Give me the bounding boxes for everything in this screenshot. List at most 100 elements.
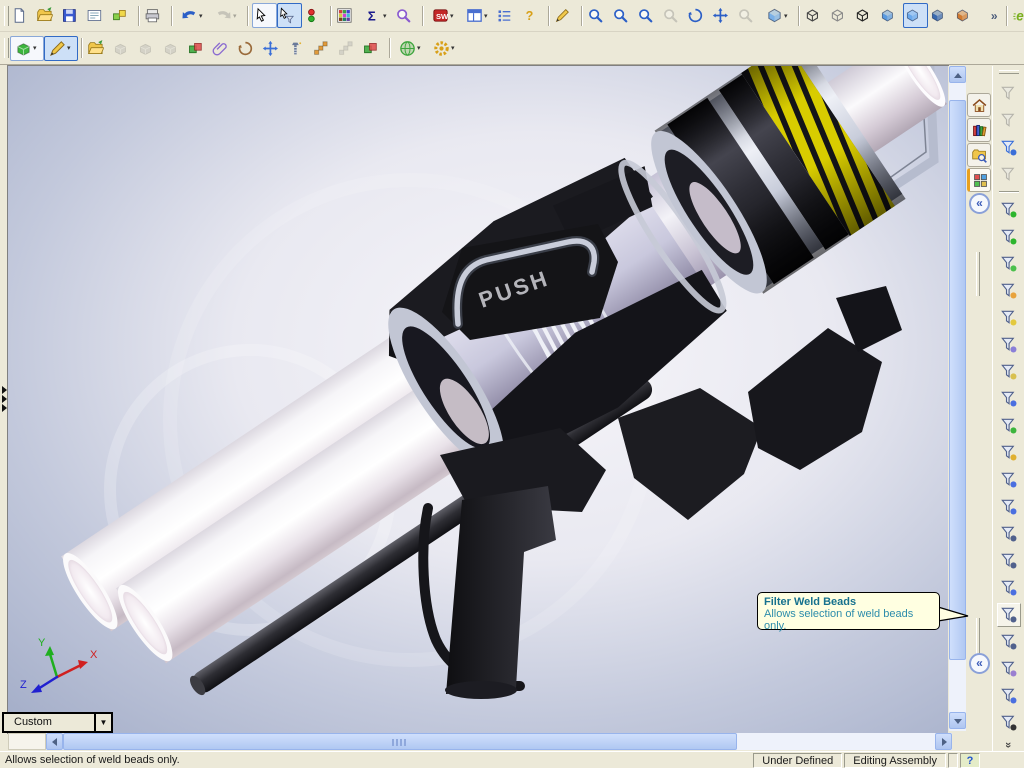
- horizontal-scrollbar[interactable]: [8, 733, 952, 750]
- view-orientation-button[interactable]: ▾: [761, 3, 795, 28]
- explode-line-sketch-button[interactable]: [336, 36, 361, 61]
- filter-toggle-button[interactable]: [997, 82, 1021, 106]
- redo-button[interactable]: ▾: [210, 3, 244, 28]
- zoom-in-out-button[interactable]: [636, 3, 661, 28]
- toolbar-overflow-button[interactable]: »: [978, 3, 1003, 28]
- insert-component-button[interactable]: ▾: [10, 35, 44, 61]
- scroll-left-button[interactable]: [46, 733, 63, 750]
- zoom-to-fit-button[interactable]: [586, 3, 611, 28]
- filter-solid-bodies-button[interactable]: [997, 306, 1021, 330]
- replace-components-button[interactable]: [186, 36, 211, 61]
- make-drawing-button[interactable]: [85, 3, 110, 28]
- zoom-to-selection-button[interactable]: [661, 3, 686, 28]
- hide-components-button[interactable]: [111, 36, 136, 61]
- hidden-lines-visible-button[interactable]: [828, 3, 853, 28]
- rotate-component-button[interactable]: [236, 36, 261, 61]
- filter-surface-finish-symbols-button[interactable]: [997, 522, 1021, 546]
- hidden-lines-removed-button[interactable]: [853, 3, 878, 28]
- stylus-select-button[interactable]: [553, 3, 578, 28]
- make-assembly-button[interactable]: [110, 3, 135, 28]
- filter-select-button[interactable]: [277, 3, 302, 28]
- new-button[interactable]: [10, 3, 35, 28]
- task-pane-tab-file-explorer[interactable]: [967, 168, 991, 192]
- horizontal-scroll-track[interactable]: [737, 733, 935, 750]
- options-list-button[interactable]: [495, 3, 520, 28]
- selection-colors-button[interactable]: [302, 3, 327, 28]
- task-pane-tab-home[interactable]: [967, 93, 991, 117]
- view-orientation-dropdown[interactable]: Custom ▼: [2, 712, 113, 733]
- select-button[interactable]: [252, 3, 277, 28]
- sketch-button[interactable]: ▾: [44, 35, 78, 61]
- status-message: Allows selection of weld beads only.: [5, 754, 180, 766]
- make-virtual-button[interactable]: [86, 36, 111, 61]
- filter-surface-bodies-button[interactable]: [997, 279, 1021, 303]
- more-buttons-chevron[interactable]: »: [1003, 742, 1015, 748]
- filter-sketch-points-button[interactable]: [997, 387, 1021, 411]
- filter-edges-button[interactable]: [997, 225, 1021, 249]
- filter-weld-symbols-button[interactable]: [997, 630, 1021, 654]
- vertical-scrollbar[interactable]: [949, 66, 966, 731]
- save-button[interactable]: [60, 3, 85, 28]
- filter-center-marks-button[interactable]: [997, 468, 1021, 492]
- graphics-viewport[interactable]: PUSH Y X Z: [7, 65, 949, 734]
- filter-cosmetic-threads-button[interactable]: [997, 657, 1021, 681]
- quick-tips-help-button[interactable]: ?: [960, 752, 980, 768]
- filter-planes-button[interactable]: [997, 360, 1021, 384]
- zoom-to-area-button[interactable]: [611, 3, 636, 28]
- filter-weld-beads-button[interactable]: [996, 602, 1021, 627]
- pan-button[interactable]: [711, 3, 736, 28]
- measure-button[interactable]: ▾: [360, 3, 394, 28]
- appearances-button[interactable]: ▾: [394, 36, 428, 61]
- solidworks-office-button[interactable]: ▾: [427, 3, 461, 28]
- filter-faces-button[interactable]: [997, 252, 1021, 276]
- panel-collapse-button[interactable]: «: [969, 653, 990, 674]
- mate-button[interactable]: [211, 36, 236, 61]
- scroll-up-button[interactable]: [949, 66, 966, 83]
- wireframe-button[interactable]: [803, 3, 828, 28]
- task-pane-tab-resources[interactable]: [967, 118, 991, 142]
- zoom-window-button[interactable]: [736, 3, 761, 28]
- help-button[interactable]: [520, 3, 545, 28]
- print-button[interactable]: [143, 3, 168, 28]
- featuremanager-splitter[interactable]: [2, 385, 7, 413]
- filter-datum-targets-button[interactable]: [997, 711, 1021, 735]
- section-view-button[interactable]: [953, 3, 978, 28]
- task-pane-collapse-button[interactable]: «: [969, 193, 990, 214]
- vertical-scroll-thumb[interactable]: [949, 100, 966, 660]
- task-pane-grip[interactable]: [976, 252, 980, 296]
- scroll-right-button[interactable]: [935, 733, 952, 750]
- mirror-components-button[interactable]: [161, 36, 186, 61]
- interference-detection-button[interactable]: [361, 36, 386, 61]
- open-button[interactable]: [35, 3, 60, 28]
- shaded-button[interactable]: [903, 3, 928, 28]
- filter-dimensions-button[interactable]: [997, 495, 1021, 519]
- clear-all-filters-button[interactable]: [997, 109, 1021, 133]
- smart-fasteners-button[interactable]: [286, 36, 311, 61]
- task-pane-tab-design-library[interactable]: [967, 143, 991, 167]
- check-model-button[interactable]: [394, 3, 419, 28]
- shadows-button[interactable]: [928, 3, 953, 28]
- edrawings-button[interactable]: [1011, 3, 1024, 28]
- view-pane-button[interactable]: ▾: [461, 3, 495, 28]
- move-component-button[interactable]: [261, 36, 286, 61]
- filter-blocks-button[interactable]: [997, 684, 1021, 708]
- filter-sketch-segments-button[interactable]: [997, 414, 1021, 438]
- color-swatches-button[interactable]: [335, 3, 360, 28]
- scroll-down-button[interactable]: [949, 712, 966, 729]
- exploded-view-button[interactable]: [311, 36, 336, 61]
- filter-midpoints-button[interactable]: [997, 441, 1021, 465]
- filter-notes-button[interactable]: [997, 576, 1021, 600]
- rotate-view-button[interactable]: [686, 3, 711, 28]
- invert-selection-button[interactable]: [997, 163, 1021, 187]
- shaded-with-edges-button[interactable]: [878, 3, 903, 28]
- select-all-filters-button[interactable]: [997, 136, 1021, 160]
- undo-button[interactable]: ▾: [176, 3, 210, 28]
- filter-vertices-button[interactable]: [997, 198, 1021, 222]
- toolbar-grip[interactable]: [998, 70, 1019, 74]
- filter-axes-button[interactable]: [997, 333, 1021, 357]
- filter-geometric-tolerances-button[interactable]: [997, 549, 1021, 573]
- dropdown-arrow-button[interactable]: ▼: [94, 714, 111, 731]
- configurations-button[interactable]: ▾: [428, 36, 462, 61]
- component-pattern-button[interactable]: [136, 36, 161, 61]
- horizontal-scroll-thumb[interactable]: [63, 733, 737, 750]
